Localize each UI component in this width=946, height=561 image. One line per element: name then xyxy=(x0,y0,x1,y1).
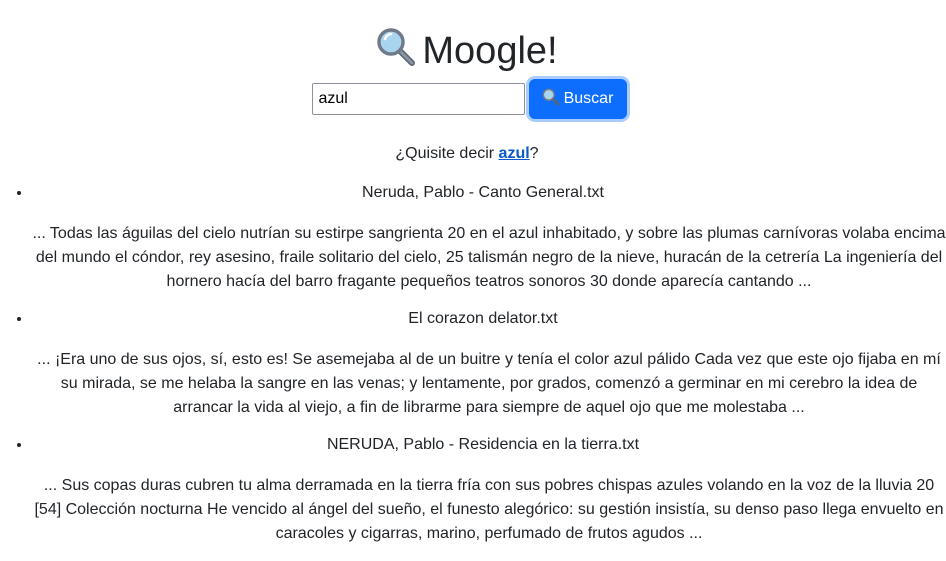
result-snippet: ... Sus copas duras cubren tu alma derra… xyxy=(34,477,944,542)
search-input[interactable] xyxy=(311,83,525,115)
suggestion-link[interactable]: azul xyxy=(499,145,530,162)
magnifying-glass-icon xyxy=(376,27,416,78)
moogle-page: Moogle! Buscar ¿Quisite decir azul? Neru… xyxy=(0,0,946,561)
result-title: NERUDA, Pablo - Residencia en la tierra.… xyxy=(326,436,640,453)
page-title-text: Moogle! xyxy=(422,30,558,73)
suggestion-prefix: ¿Quisite decir xyxy=(395,145,499,162)
search-button-label: Buscar xyxy=(563,90,614,107)
results-list: Neruda, Pablo - Canto General.txt ... To… xyxy=(0,182,946,560)
result-title: El corazon delator.txt xyxy=(408,310,558,327)
result-item: NERUDA, Pablo - Residencia en la tierra.… xyxy=(32,434,946,546)
result-item: Neruda, Pablo - Canto General.txt ... To… xyxy=(32,182,946,294)
page-title: Moogle! xyxy=(0,27,934,78)
magnifying-glass-icon xyxy=(542,88,560,111)
result-title: Neruda, Pablo - Canto General.txt xyxy=(362,184,604,201)
result-snippet: ... Todas las águilas del cielo nutrían … xyxy=(32,225,946,290)
search-bar: Buscar xyxy=(0,79,934,119)
result-snippet: ... ¡Era uno de sus ojos, sí, esto es! S… xyxy=(37,351,941,416)
search-button[interactable]: Buscar xyxy=(528,79,627,119)
result-item: El corazon delator.txt ... ¡Era uno de s… xyxy=(32,308,946,420)
did-you-mean: ¿Quisite decir azul? xyxy=(0,143,934,165)
suggestion-suffix: ? xyxy=(529,145,539,162)
